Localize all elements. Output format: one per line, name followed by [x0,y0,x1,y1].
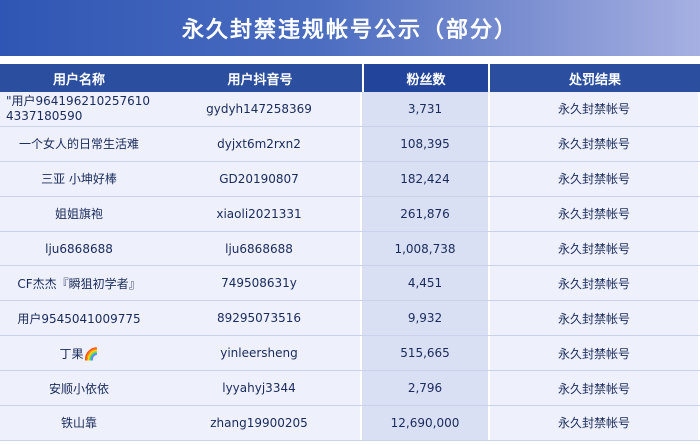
cell-user-name: 一个女人的日常生活难 [0,126,158,161]
cell-result: 永久封禁帐号 [490,336,698,371]
cell-douyin-id: lju6868688 [158,231,360,266]
cell-user-name: 安顺小依依 [0,371,158,406]
header-result: 处罚结果 [568,72,621,88]
cell-followers: 2,796 [362,371,488,406]
cell-user-name: lju6868688 [0,231,158,266]
cell-followers: 261,876 [362,196,488,231]
cell-result: 永久封禁帐号 [490,196,698,231]
table-row: lju6868688 lju6868688 1,008,738 永久封禁帐号 [0,231,700,267]
cell-followers: 3,731 [362,92,488,126]
cell-result: 永久封禁帐号 [490,301,698,336]
cell-douyin-id: dyjxt6m2rxn2 [158,126,360,161]
cell-user-name: "用户9641962102576104337180590 [0,92,158,126]
cell-followers: 9,932 [362,301,488,336]
cell-result: 永久封禁帐号 [490,92,698,126]
header-douyin-id: 用户抖音号 [227,72,293,88]
cell-result: 永久封禁帐号 [490,406,698,440]
cell-user-name: CF杰杰『瞬狙初学者』 [0,266,158,301]
cell-douyin-id: 749508631y [158,266,360,301]
cell-douyin-id: yinleersheng [158,336,360,371]
table-row: 一个女人的日常生活难 dyjxt6m2rxn2 108,395 永久封禁帐号 [0,126,700,162]
cell-user-name: 丁果🌈 [0,336,158,371]
table-header-row: 用户名称 用户抖音号 粉丝数 处罚结果 [0,64,700,92]
table-row: 铁山靠 zhang19900205 12,690,000 永久封禁帐号 [0,406,700,441]
table-row: 三亚 小坤好棒 GD20190807 182,424 永久封禁帐号 [0,161,700,197]
cell-user-name: 姐姐旗袍 [0,196,158,231]
cell-followers: 182,424 [362,161,488,196]
cell-user-name: 三亚 小坤好棒 [0,161,158,196]
cell-followers: 1,008,738 [362,231,488,266]
cell-followers: 4,451 [362,266,488,301]
table-row: 安顺小依依 lyyahyj3344 2,796 永久封禁帐号 [0,371,700,407]
table-row: CF杰杰『瞬狙初学者』 749508631y 4,451 永久封禁帐号 [0,266,700,302]
cell-douyin-id: zhang19900205 [158,406,360,440]
cell-result: 永久封禁帐号 [490,371,698,406]
table-row: "用户9641962102576104337180590 gydyh147258… [0,92,700,127]
page-title: 永久封禁违规帐号公示（部分） [0,0,700,56]
banned-accounts-table: 用户名称 用户抖音号 粉丝数 处罚结果 "用户96419621025761043… [0,64,700,441]
cell-douyin-id: GD20190807 [158,161,360,196]
header-followers-wrap: 粉丝数 [362,64,490,92]
cell-result: 永久封禁帐号 [490,231,698,266]
cell-followers: 12,690,000 [362,406,488,440]
cell-douyin-id: xiaoli2021331 [158,196,360,231]
table-row: 丁果🌈 yinleersheng 515,665 永久封禁帐号 [0,336,700,372]
cell-user-name: 铁山靠 [0,406,158,440]
cell-result: 永久封禁帐号 [490,161,698,196]
header-followers: 粉丝数 [364,64,488,92]
cell-followers: 515,665 [362,336,488,371]
cell-user-name: 用户9545041009775 [0,301,158,336]
cell-result: 永久封禁帐号 [490,126,698,161]
cell-douyin-id: 89295073516 [158,301,360,336]
cell-result: 永久封禁帐号 [490,266,698,301]
table-row: 姐姐旗袍 xiaoli2021331 261,876 永久封禁帐号 [0,196,700,232]
header-user-name: 用户名称 [52,72,105,88]
cell-followers: 108,395 [362,126,488,161]
table-row: 用户9545041009775 89295073516 9,932 永久封禁帐号 [0,301,700,337]
cell-douyin-id: lyyahyj3344 [158,371,360,406]
notice-page: 永久封禁违规帐号公示（部分） 用户名称 用户抖音号 粉丝数 处罚结果 "用户96… [0,0,700,445]
cell-douyin-id: gydyh147258369 [158,92,360,126]
